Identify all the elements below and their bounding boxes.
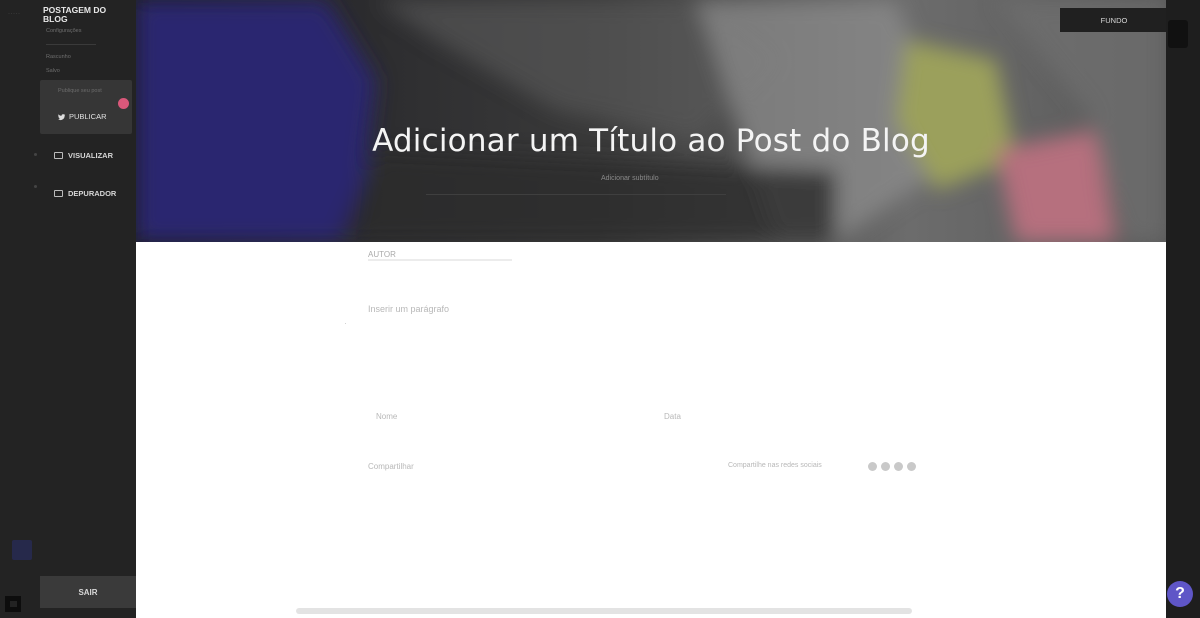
right-panel <box>1166 0 1200 618</box>
user-avatar[interactable] <box>12 540 32 560</box>
divider <box>426 194 726 195</box>
sidebar-faint-label-1: Configurações <box>46 28 82 34</box>
background-button[interactable]: FUNDO <box>1060 8 1166 32</box>
post-body: AUTOR Inserir um parágrafo · Nome Data C… <box>136 242 1166 618</box>
bullet-icon <box>34 153 37 156</box>
meta-left: Nome <box>376 412 398 421</box>
app-logo-icon <box>5 596 21 612</box>
preview-icon <box>54 152 63 159</box>
facebook-icon[interactable] <box>868 462 877 471</box>
social-share-icons <box>868 462 916 471</box>
publish-subtitle: Publique seu post <box>58 88 102 94</box>
panel-toggle-button[interactable] <box>1168 20 1188 48</box>
twitter-icon <box>58 113 66 120</box>
meta-right: Data <box>664 412 681 421</box>
nav-item-preview[interactable]: VISUALIZAR <box>54 151 113 160</box>
footer-right-label: Compartilhe nas redes sociais <box>728 462 822 469</box>
post-subtitle[interactable]: Adicionar subtítulo <box>601 175 659 182</box>
publish-button[interactable]: PUBLICAR <box>58 112 107 121</box>
nav-item-debug-label: DEPURADOR <box>68 189 117 198</box>
divider <box>368 259 512 261</box>
bullet-icon <box>34 185 37 188</box>
horizontal-scrollbar[interactable] <box>296 608 912 614</box>
hero-background-image <box>136 0 1166 242</box>
sidebar-faint-label-3: Salvo <box>46 68 60 74</box>
sidebar-faint-label-2: Rascunho <box>46 54 71 60</box>
sidebar-title: POSTAGEM DO BLOG <box>43 5 107 24</box>
nav-item-preview-label: VISUALIZAR <box>68 151 113 160</box>
twitter-icon[interactable] <box>881 462 890 471</box>
footer-left-label: Compartilhar <box>368 462 414 471</box>
post-title[interactable]: Adicionar um Título ao Post do Blog <box>136 123 1166 159</box>
nav-item-debug[interactable]: DEPURADOR <box>54 189 116 198</box>
brand-mark: ····· <box>8 11 21 17</box>
pinterest-icon[interactable] <box>907 462 916 471</box>
paragraph-placeholder[interactable]: Inserir um parágrafo <box>368 304 449 314</box>
exit-button[interactable]: SAIR <box>40 576 136 608</box>
author-label: AUTOR <box>368 250 396 259</box>
notification-badge <box>118 98 129 109</box>
divider <box>46 44 96 45</box>
publish-label: PUBLICAR <box>69 112 107 121</box>
hero-banner[interactable]: Adicionar um Título ao Post do Blog Adic… <box>136 0 1166 242</box>
help-button[interactable]: ? <box>1167 581 1193 607</box>
debug-icon <box>54 190 63 197</box>
linkedin-icon[interactable] <box>894 462 903 471</box>
sidebar: ····· POSTAGEM DO BLOG Configurações Ras… <box>0 0 136 618</box>
publish-card[interactable]: Publique seu post <box>40 80 132 134</box>
add-block-icon[interactable]: · <box>344 318 347 328</box>
